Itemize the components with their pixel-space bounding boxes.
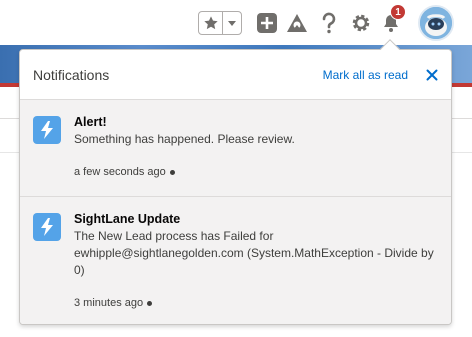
notifications-panel: Notifications Mark all as read Alert! So… bbox=[19, 49, 452, 325]
mark-all-read-link[interactable]: Mark all as read bbox=[323, 68, 408, 82]
gear-icon[interactable] bbox=[350, 12, 372, 34]
notification-time-text: 3 minutes ago bbox=[74, 297, 144, 309]
notification-title: SightLane Update bbox=[74, 212, 181, 226]
favorites-button-group bbox=[198, 11, 242, 35]
star-icon[interactable] bbox=[199, 12, 223, 34]
notification-time-text: a few seconds ago bbox=[74, 166, 166, 178]
trailhead-icon[interactable] bbox=[286, 12, 308, 34]
question-icon[interactable] bbox=[318, 12, 340, 34]
notification-body: Something has happened. Please review. bbox=[74, 132, 295, 146]
astro-avatar-icon[interactable] bbox=[418, 5, 454, 41]
plus-icon[interactable] bbox=[256, 12, 278, 34]
notification-item[interactable]: Alert! Something has happened. Please re… bbox=[20, 100, 451, 196]
notification-timestamp: 3 minutes ago bbox=[74, 297, 153, 309]
notification-title: Alert! bbox=[74, 115, 107, 129]
notification-count-badge: 1 bbox=[390, 4, 406, 20]
panel-title: Notifications bbox=[33, 66, 110, 83]
chevron-down-icon[interactable] bbox=[223, 12, 241, 34]
notification-item[interactable]: SightLane Update The New Lead process ha… bbox=[20, 196, 451, 324]
lightning-icon bbox=[33, 116, 61, 144]
unread-dot-icon bbox=[169, 169, 175, 175]
unread-dot-icon bbox=[147, 300, 153, 306]
lightning-icon bbox=[33, 213, 61, 241]
notification-body: The New Lead process has Failed for ewhi… bbox=[74, 229, 434, 277]
panel-header: Notifications Mark all as read bbox=[20, 50, 451, 100]
notification-timestamp: a few seconds ago bbox=[74, 166, 175, 178]
close-icon[interactable] bbox=[425, 68, 439, 82]
header-actions: 1 bbox=[0, 0, 472, 45]
